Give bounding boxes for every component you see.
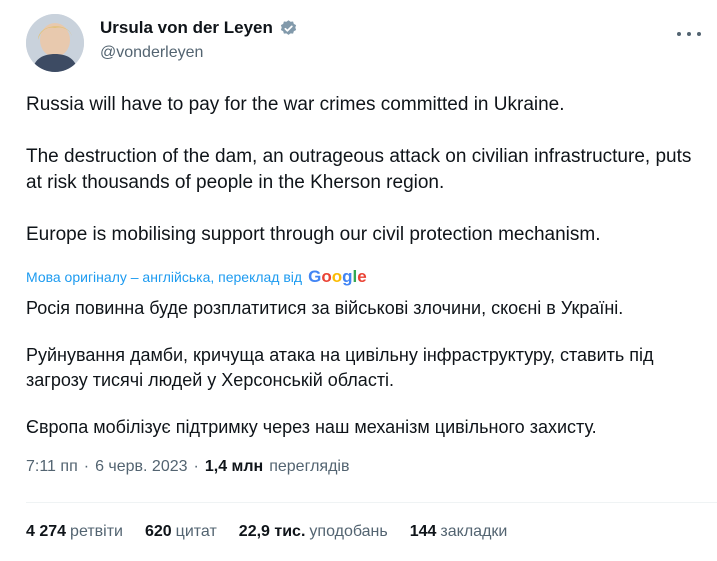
views-label: переглядів: [269, 458, 350, 475]
quotes-count: 620: [144, 523, 172, 540]
translation-note[interactable]: Мова оригіналу – англійська, переклад ві…: [26, 269, 302, 285]
likes-label: уподобань: [309, 523, 388, 540]
likes-stat[interactable]: 22,9 тис. уподобань: [239, 523, 388, 541]
retweets-count: 4 274: [26, 523, 67, 540]
avatar[interactable]: [26, 14, 84, 72]
tweet-paragraph: Europe is mobilising support through our…: [26, 224, 601, 245]
author-handle[interactable]: @vonderleyen: [100, 44, 298, 62]
tweet-header: Ursula von der Leyen @vonderleyen: [26, 14, 717, 74]
bookmarks-stat[interactable]: 144 закладки: [410, 523, 508, 541]
translated-paragraph: Руйнування дамби, кричуща атака на цивіл…: [26, 345, 654, 390]
tweet-meta: 7:11 пп · 6 черв. 2023 · 1,4 млн перегля…: [26, 458, 349, 476]
tweet-text: Russia will have to pay for the war crim…: [26, 92, 696, 248]
author-name[interactable]: Ursula von der Leyen: [100, 18, 273, 38]
tweet-paragraph: The destruction of the dam, an outrageou…: [26, 146, 692, 193]
google-logo: Google: [308, 267, 367, 286]
meta-separator: ·: [193, 458, 199, 475]
likes-count: 22,9 тис.: [238, 523, 306, 540]
tweet-paragraph: Russia will have to pay for the war crim…: [26, 94, 565, 115]
translation-attribution[interactable]: Мова оригіналу – англійська, переклад ві…: [26, 267, 367, 287]
verified-badge-icon: [279, 19, 298, 38]
bookmarks-label: закладки: [440, 523, 508, 540]
meta-separator: ·: [83, 458, 90, 475]
bookmarks-count: 144: [409, 523, 437, 540]
more-options-icon[interactable]: [677, 26, 701, 42]
translated-paragraph: Росія повинна буде розплатитися за війсь…: [26, 298, 624, 318]
translated-paragraph: Європа мобілізує підтримку через наш мех…: [26, 417, 597, 437]
quotes-label: цитат: [175, 523, 217, 540]
views-count: 1,4 млн: [204, 458, 264, 475]
divider: [26, 502, 717, 503]
tweet-date[interactable]: 6 черв. 2023: [95, 458, 187, 476]
translated-text: Росія повинна буде розплатитися за війсь…: [26, 296, 696, 440]
engagement-stats: 4 274 ретвіти 620 цитат 22,9 тис. уподобань…: [26, 523, 507, 541]
retweets-stat[interactable]: 4 274 ретвіти: [26, 523, 123, 541]
retweets-label: ретвіти: [70, 523, 123, 540]
tweet-time[interactable]: 7:11 пп: [26, 458, 78, 476]
quotes-stat[interactable]: 620 цитат: [145, 523, 217, 541]
